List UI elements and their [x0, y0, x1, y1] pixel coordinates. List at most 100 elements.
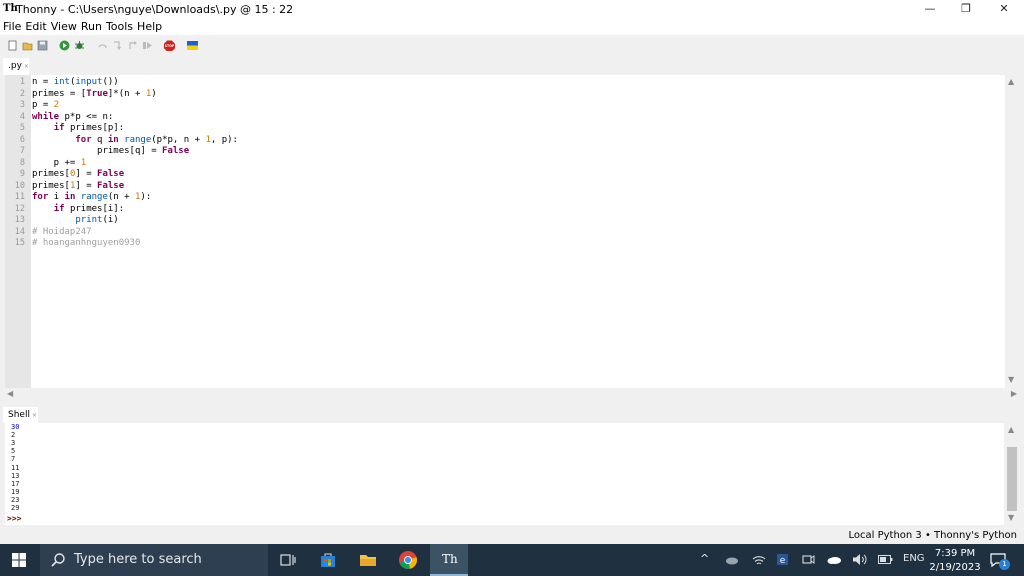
code-line[interactable]: if primes[i]:: [32, 204, 124, 216]
wifi-icon[interactable]: [752, 554, 766, 566]
line-number: 12: [14, 203, 25, 214]
microsoft-store-icon[interactable]: [318, 550, 338, 570]
line-number: 13: [14, 215, 25, 225]
step-over-icon[interactable]: [97, 40, 108, 51]
code-line[interactable]: if primes[p]:: [32, 123, 124, 135]
shell-tab-close-icon[interactable]: ×: [32, 412, 37, 419]
shell-scroll-down-icon[interactable]: ▼: [1008, 513, 1014, 522]
clock-date: 2/19/2023: [929, 562, 981, 573]
shell-output-line: 2: [11, 431, 16, 440]
code-line[interactable]: # Hoidap247: [32, 227, 92, 239]
menu-file[interactable]: File: [0, 19, 21, 33]
tab-label: .py: [8, 61, 22, 71]
window-title: Thonny - C:\Users\nguye\Downloads\.py @ …: [16, 3, 294, 16]
close-button[interactable]: ✕: [986, 0, 1022, 19]
shell-vertical-scrollbar[interactable]: ▲ ▼: [1005, 423, 1019, 525]
task-view-icon[interactable]: [278, 550, 298, 570]
volume-icon[interactable]: [852, 553, 868, 566]
debug-icon[interactable]: [74, 40, 85, 51]
meet-now-icon[interactable]: [802, 553, 815, 566]
shell-scroll-thumb[interactable]: [1007, 447, 1017, 511]
shell-output-line: 7: [11, 455, 16, 464]
stop-icon[interactable]: STOP: [164, 40, 175, 51]
new-file-icon[interactable]: [7, 40, 18, 51]
menu-edit[interactable]: Edit: [22, 19, 46, 33]
editor-vertical-scrollbar[interactable]: ▲ ▼: [1005, 75, 1019, 388]
scroll-right-icon[interactable]: ▶: [1011, 389, 1017, 398]
shell-prompt[interactable]: >>>: [7, 514, 21, 523]
code-line[interactable]: for q in range(p*p, n + 1, p):: [32, 135, 238, 147]
notification-badge: 1: [999, 559, 1010, 570]
clock-time: 7:39 PM: [934, 548, 976, 559]
scroll-up-icon[interactable]: ▲: [1008, 77, 1014, 86]
restore-button[interactable]: ❐: [948, 0, 984, 19]
battery-icon[interactable]: [878, 555, 893, 564]
thonny-taskbar-icon: Th: [442, 552, 458, 566]
ukraine-flag-icon[interactable]: [187, 41, 198, 50]
code-line[interactable]: print(i): [32, 215, 118, 227]
open-file-icon[interactable]: [22, 40, 33, 51]
code-line[interactable]: p = 2: [32, 100, 59, 112]
minimize-button[interactable]: —: [912, 0, 948, 19]
shell-output-line: 23: [11, 495, 20, 504]
office-icon[interactable]: e: [776, 553, 789, 566]
code-editor[interactable]: 1 n = int(input()) 2 primes = [True]*(n + 1…: [5, 75, 1005, 388]
run-icon[interactable]: [59, 40, 70, 51]
file-explorer-icon[interactable]: [358, 550, 378, 570]
tab-close-icon[interactable]: ×: [24, 63, 29, 70]
menu-help[interactable]: Help: [134, 19, 162, 33]
chrome-icon[interactable]: [398, 550, 418, 570]
code-line[interactable]: while p*p <= n:: [32, 112, 113, 124]
weather-cloud-icon[interactable]: [724, 554, 740, 566]
shell-panel[interactable]: 30 2 3 5 7 11 13 17 19 23 29 >>>: [5, 423, 1004, 525]
step-into-icon[interactable]: [112, 40, 123, 51]
thonny-taskbar-button[interactable]: Th: [430, 544, 468, 576]
line-number: 5: [19, 123, 25, 133]
code-line[interactable]: n = int(input()): [32, 77, 119, 89]
line-number: 4: [19, 111, 25, 122]
code-line[interactable]: p += 1: [32, 158, 87, 170]
line-number: 2: [19, 88, 25, 99]
notification-center[interactable]: 1: [990, 552, 1010, 572]
windows-start-icon[interactable]: [12, 553, 26, 567]
line-number: 1: [19, 77, 25, 87]
shell-output-line: 19: [11, 487, 20, 496]
code-line[interactable]: # hoanganhnguyen0930: [32, 238, 140, 250]
line-number: 8: [19, 157, 25, 168]
menu-view[interactable]: View: [48, 19, 77, 33]
interpreter-status[interactable]: Local Python 3 • Thonny's Python: [848, 530, 1017, 541]
taskbar-clock[interactable]: 7:39 PM 2/19/2023: [926, 547, 984, 575]
code-line[interactable]: primes[0] = False: [32, 169, 124, 181]
scroll-left-icon[interactable]: ◀: [7, 389, 13, 398]
shell-output-line: 3: [11, 439, 16, 448]
line-number: 9: [19, 169, 25, 179]
toolbar: STOP: [0, 35, 1024, 57]
menu-bar: File Edit View Run Tools Help: [0, 19, 1024, 35]
code-line[interactable]: primes[q] = False: [32, 146, 189, 158]
code-line[interactable]: for i in range(n + 1):: [32, 192, 151, 204]
onedrive-icon[interactable]: [826, 554, 842, 565]
language-indicator[interactable]: ENG: [903, 553, 925, 564]
line-number: 10: [14, 180, 25, 191]
stop-icon-label: STOP: [165, 44, 175, 48]
line-number: 7: [19, 146, 25, 156]
step-out-icon[interactable]: [127, 40, 138, 51]
shell-scroll-up-icon[interactable]: ▲: [1008, 425, 1014, 434]
tab-py-file[interactable]: .py ×: [3, 58, 29, 75]
code-line[interactable]: primes[1] = False: [32, 181, 124, 193]
search-placeholder: Type here to search: [74, 552, 202, 567]
scroll-down-icon[interactable]: ▼: [1008, 375, 1014, 384]
show-hidden-icons-icon[interactable]: ^: [700, 552, 709, 565]
tab-shell[interactable]: Shell ×: [3, 407, 38, 423]
editor-tab-bar: .py ×: [0, 57, 1024, 75]
taskbar-search-box[interactable]: Type here to search: [40, 544, 268, 576]
menu-tools[interactable]: Tools: [103, 19, 133, 33]
editor-horizontal-scrollbar[interactable]: ◀ ▶: [5, 388, 1017, 401]
code-line[interactable]: primes = [True]*(n + 1): [32, 89, 157, 101]
search-icon: [51, 553, 65, 567]
resume-icon[interactable]: [142, 40, 153, 51]
menu-run[interactable]: Run: [78, 19, 102, 33]
line-number: 3: [19, 100, 25, 110]
save-icon[interactable]: [37, 40, 48, 51]
shell-tab-label: Shell: [8, 410, 30, 420]
